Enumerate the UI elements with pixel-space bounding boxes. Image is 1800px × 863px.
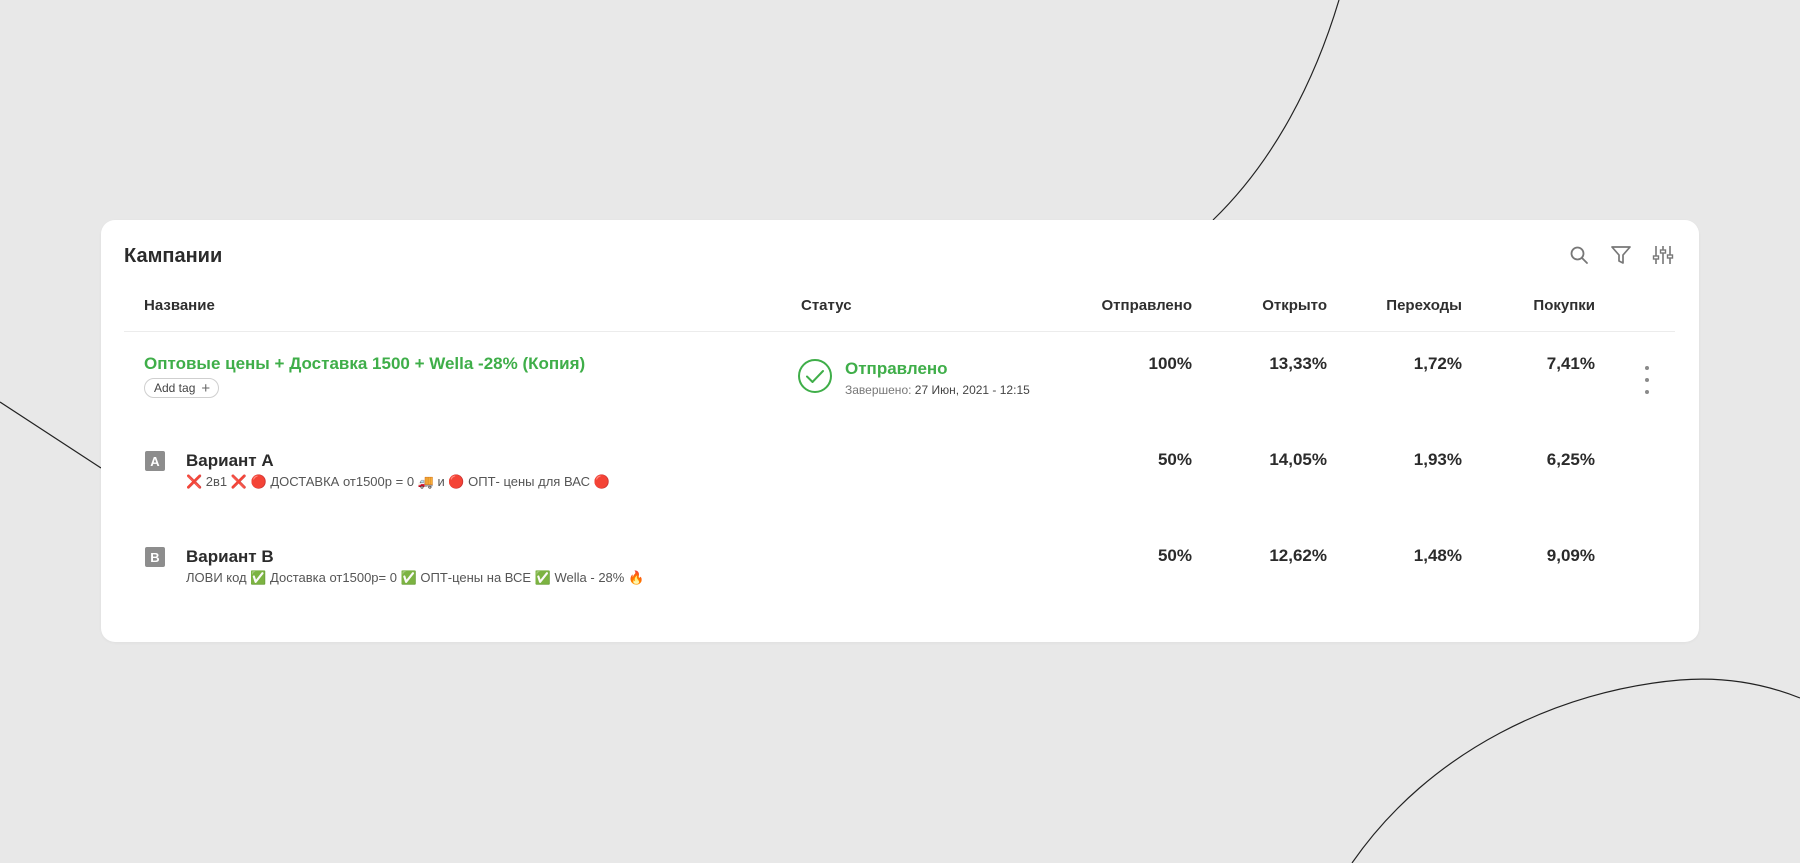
opened-value: 13,33% xyxy=(1269,354,1327,373)
campaigns-card: Кампании Название Статус Отправлено Откр… xyxy=(101,220,1699,642)
add-tag-button[interactable]: Add tag + xyxy=(144,378,220,398)
status-cell: Отправлено Завершено: 27 Июн, 2021 - 12:… xyxy=(797,357,1030,397)
sliders-icon xyxy=(1652,246,1674,264)
clicks-value: 1,48% xyxy=(1413,546,1462,565)
campaign-name-link[interactable]: Оптовые цены + Доставка 1500 + Wella -28… xyxy=(144,354,585,374)
more-options-icon[interactable] xyxy=(1641,366,1653,394)
filter-icon xyxy=(1611,246,1631,264)
column-header-opened[interactable]: Открыто xyxy=(1262,297,1327,314)
purchases-value: 7,41% xyxy=(1546,354,1595,373)
clicks-value: 1,72% xyxy=(1413,354,1462,373)
page-title: Кампании xyxy=(124,245,223,267)
opened-value: 12,62% xyxy=(1269,546,1327,565)
table-header: Название Статус Отправлено Открыто Перех… xyxy=(124,297,1675,332)
opened-value: 14,05% xyxy=(1269,450,1327,469)
column-header-clicks[interactable]: Переходы xyxy=(1386,297,1462,314)
variant-subject: ЛОВИ код ✅ Доставка от1500р= 0 ✅ ОПТ-цен… xyxy=(186,570,645,585)
variant-badge: A xyxy=(145,451,165,471)
column-header-name[interactable]: Название xyxy=(144,297,215,314)
filter-button[interactable] xyxy=(1609,243,1633,267)
status-completed-prefix: Завершено: xyxy=(845,383,912,397)
status-label: Отправлено xyxy=(845,359,948,378)
variant-title: Вариант A xyxy=(186,451,274,470)
sent-value: 50% xyxy=(1157,546,1192,565)
toolbar xyxy=(1567,243,1675,267)
variant-subject: ❌ 2в1 ❌ 🔴 ДОСТАВКА от1500р = 0 🚚 и 🔴 ОПТ… xyxy=(186,474,610,489)
add-tag-label: Add tag xyxy=(154,381,196,395)
purchases-value: 6,25% xyxy=(1546,450,1595,469)
sent-value: 50% xyxy=(1157,450,1192,469)
search-button[interactable] xyxy=(1567,243,1591,267)
variant-title: Вариант B xyxy=(186,547,274,566)
table-row-variant-a[interactable]: A Вариант A ❌ 2в1 ❌ 🔴 ДОСТАВКА от1500р =… xyxy=(124,450,1675,500)
table-row-variant-b[interactable]: B Вариант B ЛОВИ код ✅ Доставка от1500р=… xyxy=(124,546,1675,596)
search-icon xyxy=(1570,246,1588,264)
clicks-value: 1,93% xyxy=(1413,450,1462,469)
variant-badge: B xyxy=(145,547,165,567)
plus-icon: + xyxy=(201,379,211,397)
purchases-value: 9,09% xyxy=(1546,546,1595,565)
check-circle-icon xyxy=(798,359,832,393)
table-row-campaign[interactable]: Оптовые цены + Доставка 1500 + Wella -28… xyxy=(124,354,1675,426)
column-header-purchases[interactable]: Покупки xyxy=(1533,297,1595,314)
status-completed-date: 27 Июн, 2021 - 12:15 xyxy=(914,383,1030,397)
column-header-sent[interactable]: Отправлено xyxy=(1102,297,1193,314)
status-completed-time: Завершено: 27 Июн, 2021 - 12:15 xyxy=(845,383,1030,397)
sent-value: 100% xyxy=(1148,354,1192,373)
columns-settings-button[interactable] xyxy=(1651,243,1675,267)
column-header-status[interactable]: Статус xyxy=(801,297,852,314)
